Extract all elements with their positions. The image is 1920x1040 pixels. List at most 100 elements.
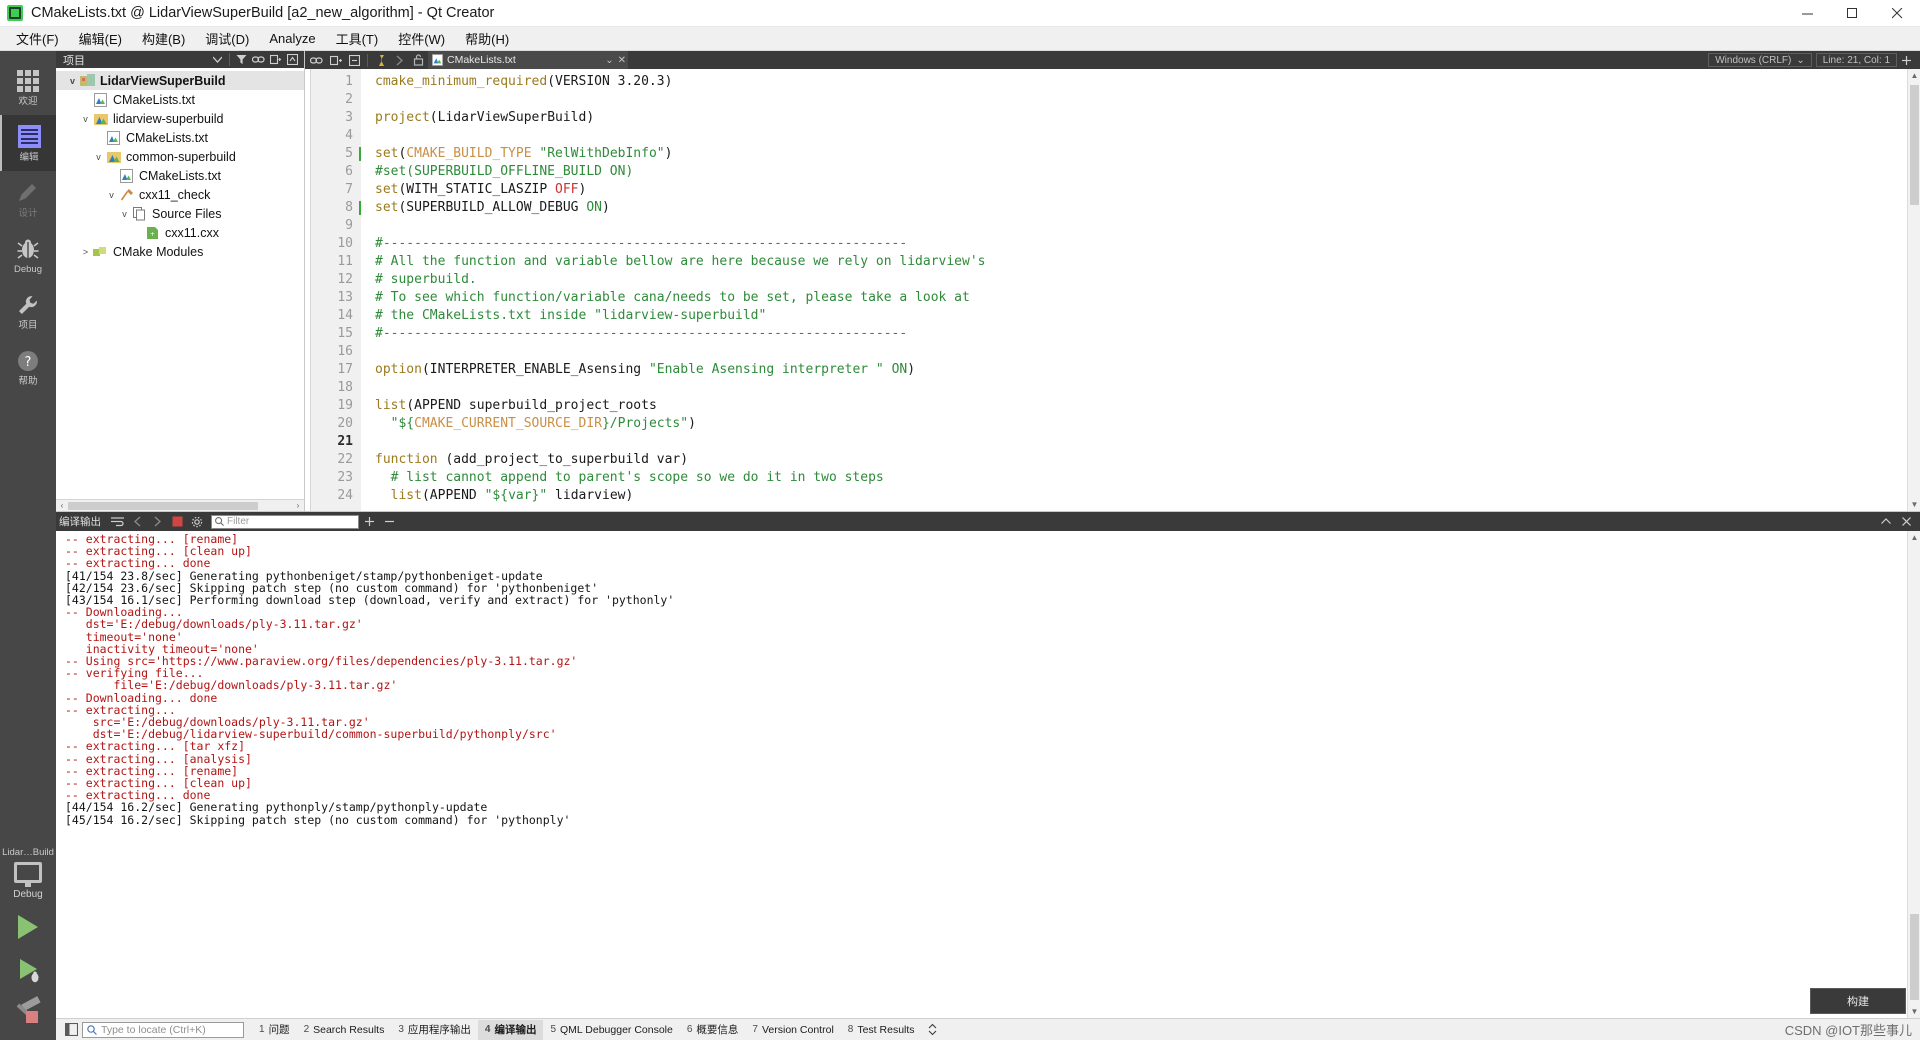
next-icon[interactable] (147, 512, 167, 531)
scroll-thumb[interactable] (68, 502, 258, 510)
line-number: 17 (337, 362, 353, 377)
bookmark-icon[interactable] (371, 51, 390, 69)
split-icon[interactable] (326, 51, 345, 69)
tree-item-cxx11-cxx[interactable]: + cxx11.cxx (56, 223, 304, 242)
word-wrap-icon[interactable] (107, 512, 127, 531)
locator-input[interactable]: Type to locate (Ctrl+K) (82, 1021, 244, 1038)
settings-icon[interactable] (187, 512, 207, 531)
tree-arrow[interactable]: v (105, 190, 118, 200)
chevron-down-icon[interactable]: ⌄ (605, 55, 613, 66)
output-tab-issues[interactable]: 1 问题 (252, 1020, 297, 1040)
scroll-thumb[interactable] (1910, 85, 1919, 205)
scroll-left-icon[interactable]: ‹ (57, 501, 67, 511)
menu-file[interactable]: 文件(F) (6, 27, 69, 50)
run-button[interactable] (0, 906, 56, 948)
link-icon[interactable] (250, 51, 267, 68)
chevron-down-icon[interactable] (209, 51, 226, 68)
output-tab-version-control[interactable]: 7 Version Control (745, 1020, 840, 1040)
line-ending-selector[interactable]: Windows (CRLF) ⌄ (1708, 53, 1812, 67)
mode-debug[interactable]: Debug (0, 227, 56, 283)
mode-help[interactable]: ? 帮助 (0, 339, 56, 395)
chevron-down-icon[interactable]: ⌄ (1796, 55, 1804, 66)
chevron-up-icon[interactable] (1876, 512, 1896, 531)
output-tab-general-messages[interactable]: 6 概要信息 (680, 1020, 746, 1040)
output-log-line: [45/154 16.2/sec] Skipping patch step (n… (65, 812, 571, 827)
editor-file-tab[interactable]: CMakeLists.txt ⌄ ✕ (428, 51, 628, 69)
tree-arrow[interactable]: > (79, 247, 92, 257)
output-log-text[interactable]: -- extracting... [rename] -- extracting..… (61, 531, 1920, 1018)
build-button[interactable] (0, 990, 56, 1032)
scroll-thumb[interactable] (1910, 914, 1919, 1000)
close-split-icon[interactable] (345, 51, 364, 69)
tree-arrow[interactable]: v (66, 76, 79, 86)
tree-item-source-files[interactable]: v Source Files (56, 204, 304, 223)
menu-debug[interactable]: 调试(D) (195, 27, 259, 50)
output-vertical-scrollbar[interactable]: ▲ ▼ (1907, 531, 1920, 1018)
scroll-down-icon[interactable]: ▼ (1908, 1005, 1920, 1018)
output-tab-compile-output[interactable]: 4 编译输出 (477, 1019, 544, 1040)
cursor-position-indicator[interactable]: Line: 21, Col: 1 (1815, 53, 1897, 67)
scroll-up-icon[interactable]: ▲ (1908, 69, 1920, 82)
tree-arrow[interactable]: v (92, 152, 105, 162)
project-tree[interactable]: v LidarViewSuperBuild CMakeLists.txt v l… (56, 68, 304, 499)
tree-item-lidarview-superbuild[interactable]: v lidarview-superbuild (56, 109, 304, 128)
maximize-icon[interactable] (1830, 0, 1875, 27)
lock-icon[interactable] (409, 51, 428, 69)
stop-icon[interactable] (167, 512, 187, 531)
close-icon[interactable]: ✕ (618, 55, 626, 66)
output-tab-search-results[interactable]: 2 Search Results (297, 1020, 392, 1040)
sync-icon[interactable] (284, 51, 301, 68)
prev-icon[interactable] (127, 512, 147, 531)
link-icon[interactable] (307, 51, 326, 69)
mode-projects[interactable]: 项目 (0, 283, 56, 339)
output-tab-qml-debugger-console[interactable]: 5 QML Debugger Console (543, 1020, 679, 1040)
output-tab-application-output[interactable]: 3 应用程序输出 (391, 1020, 478, 1040)
plus-icon[interactable] (359, 512, 379, 531)
tree-item-common-superbuild[interactable]: v common-superbuild (56, 147, 304, 166)
split-icon[interactable] (267, 51, 284, 68)
mode-welcome-label: 欢迎 (18, 95, 38, 107)
filter-icon[interactable] (233, 51, 250, 68)
cmake-folder-icon (92, 111, 109, 126)
minimize-icon[interactable] (1785, 0, 1830, 27)
editor-vertical-scrollbar[interactable]: ▲ ▼ (1907, 69, 1920, 511)
tree-item-cmakelists-root[interactable]: CMakeLists.txt (56, 90, 304, 109)
scroll-down-icon[interactable]: ▼ (1908, 498, 1920, 511)
menu-help[interactable]: 帮助(H) (455, 27, 519, 50)
tree-item-cxx11-check[interactable]: v cxx11_check (56, 185, 304, 204)
menu-build[interactable]: 构建(B) (132, 27, 195, 50)
mode-design[interactable]: 设计 (0, 171, 56, 227)
tree-item-cmakelists-lv[interactable]: CMakeLists.txt (56, 128, 304, 147)
menu-window[interactable]: 控件(W) (388, 27, 455, 50)
scroll-right-icon[interactable]: › (293, 501, 303, 511)
add-split-icon[interactable] (1897, 51, 1916, 69)
minus-icon[interactable] (379, 512, 399, 531)
output-toggle-icon[interactable] (60, 1021, 82, 1039)
tab-label: 应用程序输出 (407, 1024, 471, 1036)
code-text-area[interactable]: cmake_minimum_required(VERSION 3.20.3) p… (361, 69, 1920, 511)
tree-arrow[interactable]: v (79, 114, 92, 124)
kit-selector[interactable]: Debug (13, 862, 43, 900)
tree-arrow[interactable]: v (118, 209, 131, 219)
tree-item-lidarviewsuperbuild[interactable]: v LidarViewSuperBuild (56, 71, 304, 90)
output-filter-input[interactable]: Filter (211, 514, 359, 529)
scroll-up-icon[interactable]: ▲ (1908, 531, 1920, 544)
forward-icon[interactable] (390, 51, 409, 69)
close-icon[interactable] (1875, 0, 1920, 27)
menu-tools[interactable]: 工具(T) (326, 27, 389, 50)
output-tabs-overflow-icon[interactable] (922, 1021, 944, 1039)
output-tab-test-results[interactable]: 8 Test Results (841, 1020, 922, 1040)
tree-item-cmake-modules[interactable]: > CMake Modules (56, 242, 304, 261)
mode-edit[interactable]: 编辑 (0, 115, 56, 171)
run-debug-button[interactable] (0, 948, 56, 990)
menu-analyze[interactable]: Analyze (259, 29, 325, 48)
files-icon (131, 206, 148, 221)
output-body[interactable]: -- extracting... [rename] -- extracting..… (56, 531, 1920, 1018)
code-editor[interactable]: 1 2 3 4 5 6 7 8 9 10 11 12 13 14 15 16 17 18 19 20 21 22 23 24 … (305, 69, 1920, 511)
project-tree-hscrollbar[interactable]: ‹ › (56, 499, 304, 511)
close-icon[interactable] (1896, 512, 1916, 531)
code-token: # the CMakeLists.txt inside "lidarview-s… (375, 308, 767, 323)
tree-item-cmakelists-common[interactable]: CMakeLists.txt (56, 166, 304, 185)
menu-edit[interactable]: 编辑(E) (69, 27, 132, 50)
mode-welcome[interactable]: 欢迎 (0, 59, 56, 115)
